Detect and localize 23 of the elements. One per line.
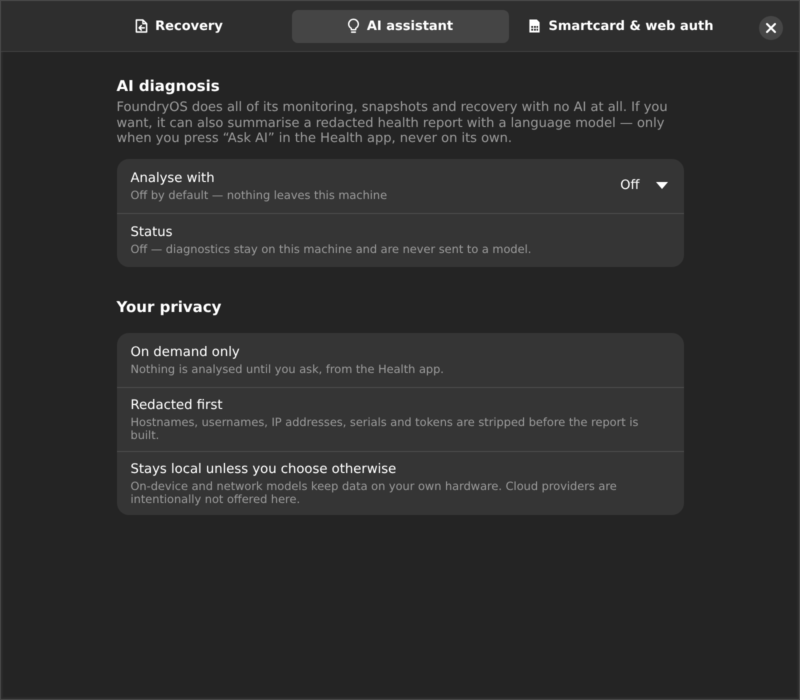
lightbulb-icon xyxy=(346,18,360,34)
document-arrow-icon xyxy=(135,18,148,34)
row-title: Stays local unless you choose otherwise xyxy=(130,460,398,478)
row-subtitle: On-device and network models keep data on your own hardware. Cloud providers are intentionally not offered here. xyxy=(130,480,618,506)
row-title: Redacted first xyxy=(130,396,224,414)
tab[interactable]: Smartcard & web auth xyxy=(512,10,730,42)
sim-card-icon xyxy=(528,18,542,34)
row-title: Analyse with xyxy=(130,170,216,186)
close-button[interactable] xyxy=(759,16,783,40)
row-subtitle: Nothing is analysed until you ask, from the Health app. xyxy=(130,362,445,376)
section-heading: Your privacy xyxy=(116,296,222,316)
analyse-dropdown[interactable]: Off xyxy=(614,174,668,197)
tab[interactable]: AI assistant xyxy=(292,10,508,42)
row-title: Status xyxy=(130,224,174,241)
tab[interactable]: Recovery xyxy=(70,10,288,42)
caret-icon xyxy=(656,182,668,189)
close-icon xyxy=(766,23,776,33)
row-subtitle: Off — diagnostics stay on this machine and are never sent to a model. xyxy=(130,243,532,256)
row-title: On demand only xyxy=(130,344,241,360)
row-subtitle: Off by default — nothing leaves this machine xyxy=(130,188,388,202)
section-heading: AI diagnosis xyxy=(116,76,221,96)
section-description: FoundryOS does all of its monitoring, snapshots and recovery with no AI at all. If you want, it can also summarise a redacted health report with a language model — only when you press “Ask AI” in the Health app, never on its own. xyxy=(116,100,669,146)
row-subtitle: Hostnames, usernames, IP addresses, serials and tokens are stripped before the report is built. xyxy=(130,416,640,442)
